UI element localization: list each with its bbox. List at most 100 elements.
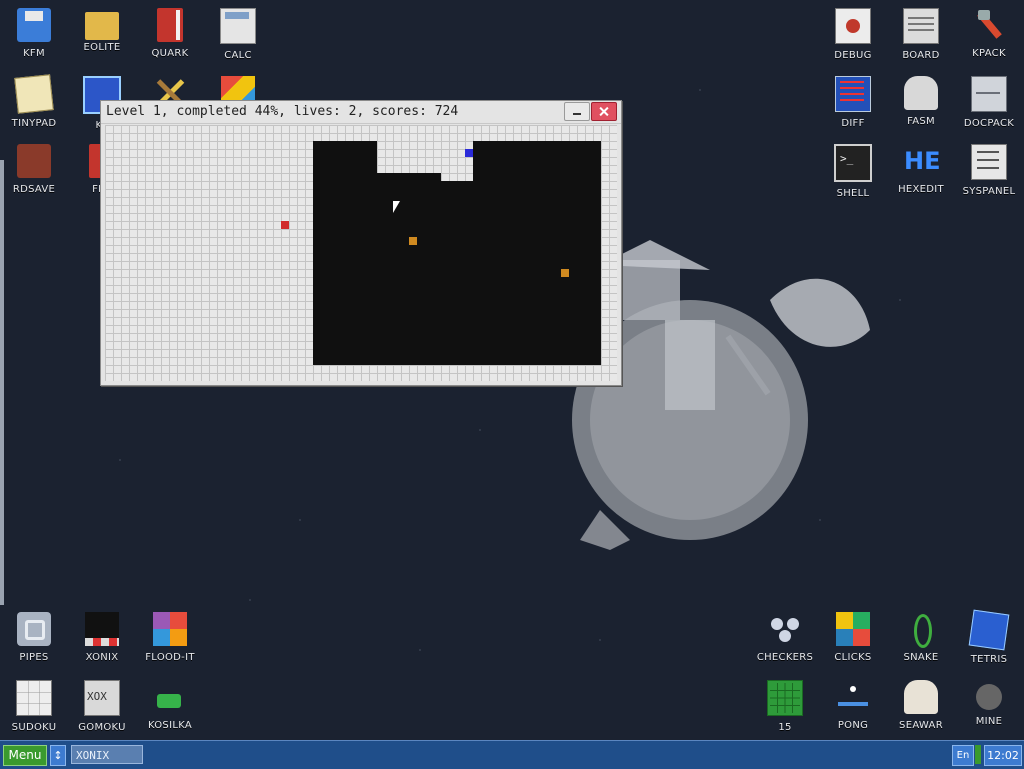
xonix-icon	[85, 612, 119, 646]
tetris-icon	[968, 609, 1010, 651]
desktop-icon-gomoku[interactable]: GOMOKU	[68, 672, 136, 736]
sea-enemy	[409, 237, 417, 245]
window-title: Level 1, completed 44%, lives: 2, scores…	[106, 104, 459, 119]
desktop-icon-shell[interactable]: SHELL	[819, 136, 887, 200]
icon-label: PIPES	[19, 652, 49, 663]
floppy-icon	[17, 8, 51, 42]
icon-label: SEAWAR	[899, 720, 943, 731]
desktop-icon-seawar[interactable]: SEAWAR	[887, 672, 955, 736]
hexedit-icon: HE	[904, 147, 941, 175]
desktop-icon-xonix[interactable]: XONIX	[68, 604, 136, 668]
xonix-window[interactable]: Level 1, completed 44%, lives: 2, scores…	[100, 100, 622, 386]
clock[interactable]: 12:02	[984, 745, 1022, 766]
desktop-icon-board[interactable]: BOARD	[887, 0, 955, 64]
book-icon	[157, 8, 183, 42]
icon-label: KFM	[23, 48, 45, 59]
switch-arrows-icon[interactable]: ↕	[50, 745, 66, 766]
flood-it-icon	[153, 612, 187, 646]
desktop-icon-tetris[interactable]: TETRIS	[955, 604, 1023, 668]
window-titlebar[interactable]: Level 1, completed 44%, lives: 2, scores…	[101, 101, 621, 124]
desktop-icon-debug[interactable]: DEBUG	[819, 0, 887, 64]
sea-area	[473, 141, 601, 365]
desktop-icon-eolite[interactable]: EOLITE	[68, 0, 136, 64]
language-indicator[interactable]: En	[952, 745, 974, 766]
icon-label: DEBUG	[834, 50, 872, 61]
desktop: KFM EOLITE QUARK CALC TINYPAD KF RDSAVE …	[0, 0, 1024, 740]
icon-label: DOCPACK	[963, 118, 1015, 129]
icon-label: CALC	[224, 50, 252, 61]
tray-separator	[975, 745, 981, 764]
icon-label: HEXEDIT	[898, 184, 944, 195]
seawar-icon	[904, 680, 938, 714]
gomoku-icon	[84, 680, 120, 716]
desktop-icon-kosilka[interactable]: KOSILKA	[136, 672, 204, 736]
sea-area	[441, 181, 473, 365]
icon-label: MINE	[975, 716, 1003, 727]
taskbar-item-xonix[interactable]: XONIX	[71, 745, 143, 764]
pong-icon	[836, 680, 870, 714]
fasm-icon	[904, 76, 938, 110]
desktop-icon-snake[interactable]: SNAKE	[887, 604, 955, 668]
desktop-icon-calc[interactable]: CALC	[204, 0, 272, 64]
icon-label: PONG	[837, 720, 869, 731]
desktop-icon-quark[interactable]: QUARK	[136, 0, 204, 64]
fifteen-puzzle-icon	[767, 680, 803, 716]
left-panel-edge	[0, 160, 4, 605]
sea-area	[377, 173, 441, 365]
desktop-icon-pipes[interactable]: PIPES	[0, 604, 68, 668]
icon-label: TETRIS	[970, 654, 1008, 665]
icon-label: KPACK	[972, 48, 1006, 59]
sea-enemy	[561, 269, 569, 277]
desktop-icon-fasm[interactable]: FASM	[887, 68, 955, 132]
icon-label: DIFF	[841, 118, 865, 129]
player-square	[465, 149, 473, 157]
desktop-icon-sudoku[interactable]: SUDOKU	[0, 672, 68, 736]
sudoku-icon	[16, 680, 52, 716]
icon-label: CLICKS	[834, 652, 872, 663]
desktop-icon-mine[interactable]: MINE	[955, 672, 1023, 736]
desktop-icon-15[interactable]: 15	[751, 672, 819, 736]
icon-label: 15	[778, 722, 792, 733]
desktop-icon-docpack[interactable]: DOCPACK	[955, 68, 1023, 132]
checkers-icon	[768, 612, 802, 646]
diff-icon	[835, 76, 871, 112]
minimize-button[interactable]	[564, 102, 590, 121]
desktop-icon-pong[interactable]: PONG	[819, 672, 887, 736]
desktop-icon-diff[interactable]: DIFF	[819, 68, 887, 132]
desktop-icon-rdsave[interactable]: RDSAVE	[0, 136, 68, 200]
disk-save-icon	[17, 144, 51, 178]
menu-button[interactable]: Menu	[3, 745, 47, 766]
desktop-icon-clicks[interactable]: CLICKS	[819, 604, 887, 668]
icon-label: FLOOD-IT	[145, 652, 195, 663]
desktop-icon-tinypad[interactable]: TINYPAD	[0, 68, 68, 132]
icon-label: SNAKE	[903, 652, 939, 663]
desktop-icon-checkers[interactable]: CHECKERS	[751, 604, 819, 668]
icon-label: BOARD	[902, 50, 940, 61]
desktop-icon-syspanel[interactable]: SYSPANEL	[955, 136, 1023, 200]
calculator-icon	[220, 8, 256, 44]
icon-label: EOLITE	[83, 42, 121, 53]
icon-label: QUARK	[151, 48, 189, 59]
desktop-icon-hexedit[interactable]: HE HEXEDIT	[887, 136, 955, 200]
mine-icon	[976, 684, 1002, 710]
desktop-icon-kpack[interactable]: KPACK	[955, 0, 1023, 64]
desktop-icon-flood-it[interactable]: FLOOD-IT	[136, 604, 204, 668]
notepad-icon	[14, 74, 54, 114]
clicks-icon	[836, 612, 870, 646]
terminal-icon	[834, 144, 872, 182]
pipes-icon	[17, 612, 51, 646]
board-icon	[903, 8, 939, 44]
land-enemy	[281, 221, 289, 229]
icon-label: XONIX	[85, 652, 119, 663]
icon-label: TINYPAD	[11, 118, 57, 129]
sliders-icon	[971, 144, 1007, 180]
close-button[interactable]	[591, 102, 617, 121]
folder-icon	[85, 12, 119, 40]
desktop-icon-kfm[interactable]: KFM	[0, 0, 68, 64]
icon-label: SHELL	[836, 188, 870, 199]
taskbar: Menu ↕ XONIX En 12:02	[0, 740, 1024, 769]
game-field[interactable]	[105, 125, 617, 381]
icon-label: SYSPANEL	[962, 186, 1016, 197]
sea-area	[313, 141, 377, 365]
mouse-pointer-icon	[392, 200, 402, 216]
